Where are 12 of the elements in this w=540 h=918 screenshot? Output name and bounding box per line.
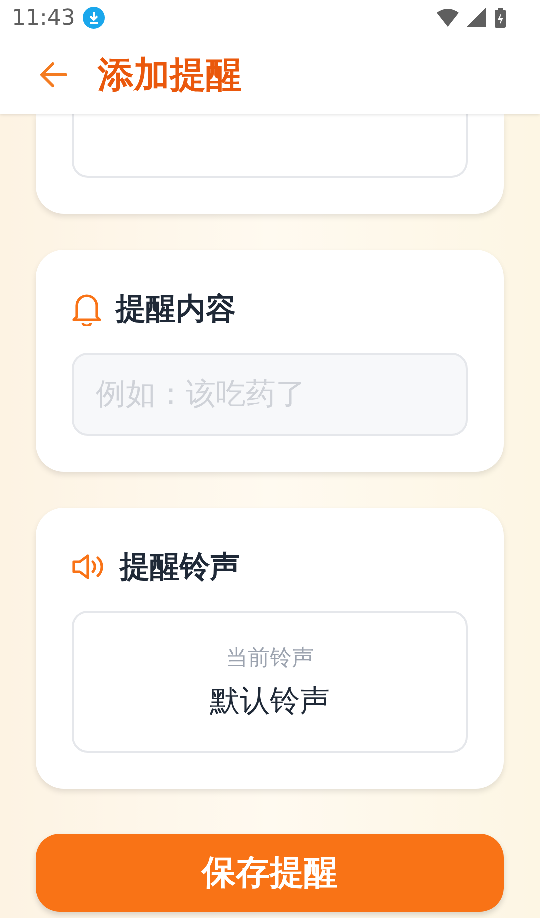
status-time: 11:43: [12, 6, 76, 30]
section-title: 提醒内容: [116, 290, 236, 328]
section-title: 提醒铃声: [120, 548, 240, 586]
battery-icon: [495, 8, 506, 28]
back-arrow-icon[interactable]: [40, 62, 68, 88]
ringtone-selector[interactable]: 当前铃声 默认铃声: [72, 611, 468, 753]
signal-icon: [467, 8, 487, 28]
page-title: 添加提醒: [98, 54, 242, 98]
speaker-icon: [72, 554, 106, 580]
download-icon: [83, 7, 106, 29]
wifi-icon: [437, 9, 459, 27]
bell-icon: [72, 292, 102, 326]
